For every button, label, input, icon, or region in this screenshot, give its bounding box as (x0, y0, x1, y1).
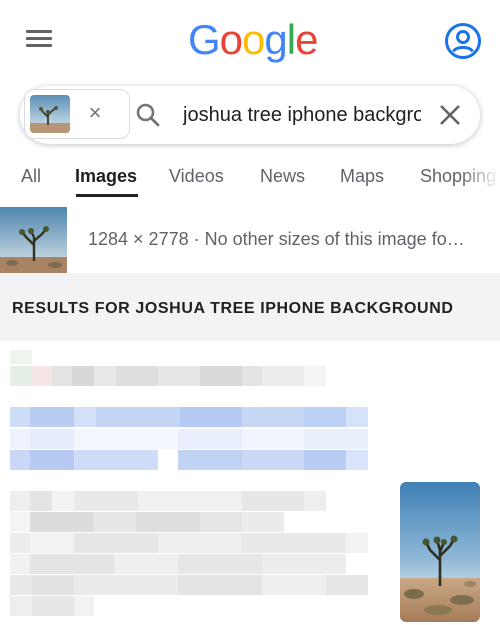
blur-pixel (10, 596, 32, 616)
blur-pixel (30, 491, 52, 511)
blur-pixel (242, 366, 262, 386)
blur-pixel (30, 554, 114, 574)
blur-pixel (200, 512, 242, 532)
source-image-thumbnail (0, 207, 67, 273)
blur-pixel (304, 491, 326, 511)
blur-pixel (242, 533, 346, 553)
blur-pixel (304, 407, 346, 427)
results-title: RESULTS FOR JOSHUA TREE IPHONE BACKGROUN… (12, 300, 454, 317)
tab-news[interactable]: News (260, 166, 305, 187)
blur-pixel (242, 491, 304, 511)
blur-pixel (74, 450, 158, 470)
logo-letter: l (286, 16, 296, 63)
blur-pixel (74, 596, 94, 616)
result-image-thumbnail[interactable] (400, 482, 480, 622)
blur-pixel (304, 450, 346, 470)
close-icon[interactable] (436, 101, 464, 129)
blur-pixel (52, 491, 74, 511)
blur-pixel (10, 512, 30, 532)
tabs-fade (460, 158, 500, 198)
blur-pixel (32, 575, 74, 595)
blur-pixel (30, 450, 74, 470)
blur-pixel (346, 533, 368, 553)
blur-pixel (262, 575, 326, 595)
tab-images[interactable]: Images (75, 166, 137, 187)
blur-pixel (138, 491, 242, 511)
blur-pixel (200, 366, 242, 386)
blur-pixel (178, 554, 262, 574)
blur-pixel (178, 450, 242, 470)
blur-pixel (180, 407, 242, 427)
blur-pixel (10, 533, 30, 553)
blur-pixel (30, 407, 74, 427)
blur-pixel (10, 554, 30, 574)
blur-pixel (158, 366, 200, 386)
image-info-row[interactable]: 1284 × 2778 · No other sizes of this ima… (0, 207, 500, 273)
blur-pixel (10, 366, 32, 386)
search-icon[interactable] (135, 102, 161, 128)
blur-pixel (52, 366, 72, 386)
blur-pixel (178, 575, 262, 595)
blur-pixel (158, 533, 242, 553)
blur-pixel (74, 407, 96, 427)
active-tab-indicator (76, 194, 138, 197)
search-bar: × joshua tree iphone background (20, 86, 480, 144)
blur-pixel (10, 491, 30, 511)
blur-pixel (114, 554, 178, 574)
google-logo[interactable]: Google (188, 16, 318, 64)
blur-pixel (32, 366, 52, 386)
chip-image-thumbnail (30, 95, 70, 133)
blur-pixel (10, 450, 30, 470)
blur-pixel (74, 429, 178, 449)
chip-remove-icon[interactable]: × (83, 101, 107, 125)
blur-pixel (74, 533, 158, 553)
blur-pixel (10, 575, 32, 595)
image-size-info: 1284 × 2778 · No other sizes of this ima… (88, 229, 465, 249)
blur-pixel (304, 429, 368, 449)
tab-videos[interactable]: Videos (169, 166, 224, 187)
blur-pixel (10, 407, 30, 427)
blur-pixel (242, 429, 304, 449)
search-input[interactable]: joshua tree iphone background (183, 100, 421, 130)
blur-pixel (30, 512, 94, 532)
blur-pixel (96, 407, 180, 427)
blur-pixel (72, 366, 94, 386)
image-search-chip[interactable]: × (24, 89, 130, 139)
blur-pixel (32, 596, 74, 616)
tab-all[interactable]: All (21, 166, 41, 187)
search-tabs: All Images Videos News Maps Shopping (0, 158, 500, 198)
blur-pixel (30, 429, 74, 449)
blur-pixel (346, 450, 368, 470)
results-header: RESULTS FOR JOSHUA TREE IPHONE BACKGROUN… (0, 273, 500, 341)
blur-pixel (74, 491, 138, 511)
blur-pixel (304, 366, 326, 386)
blur-pixel (346, 407, 368, 427)
blur-pixel (262, 554, 346, 574)
blur-pixel (10, 429, 30, 449)
blur-pixel (242, 407, 304, 427)
blur-pixel (94, 366, 116, 386)
hamburger-menu-icon[interactable] (26, 30, 54, 52)
tab-maps[interactable]: Maps (340, 166, 384, 187)
blur-pixel (74, 575, 178, 595)
logo-letter: g (264, 16, 287, 63)
logo-letter: o (219, 16, 243, 63)
blur-pixel (136, 512, 200, 532)
blur-pixel (326, 575, 368, 595)
blur-pixel (242, 450, 304, 470)
logo-letter: e (295, 16, 318, 63)
blur-pixel (178, 429, 242, 449)
account-circle-icon[interactable] (444, 22, 482, 60)
logo-letter: G (188, 16, 221, 63)
blur-pixel (116, 366, 158, 386)
blur-pixel (94, 512, 136, 532)
blur-pixel (30, 533, 74, 553)
blur-pixel (10, 350, 32, 364)
blur-pixel (242, 512, 284, 532)
header: Google (0, 0, 500, 80)
blur-pixel (262, 366, 304, 386)
logo-letter: o (242, 16, 265, 63)
